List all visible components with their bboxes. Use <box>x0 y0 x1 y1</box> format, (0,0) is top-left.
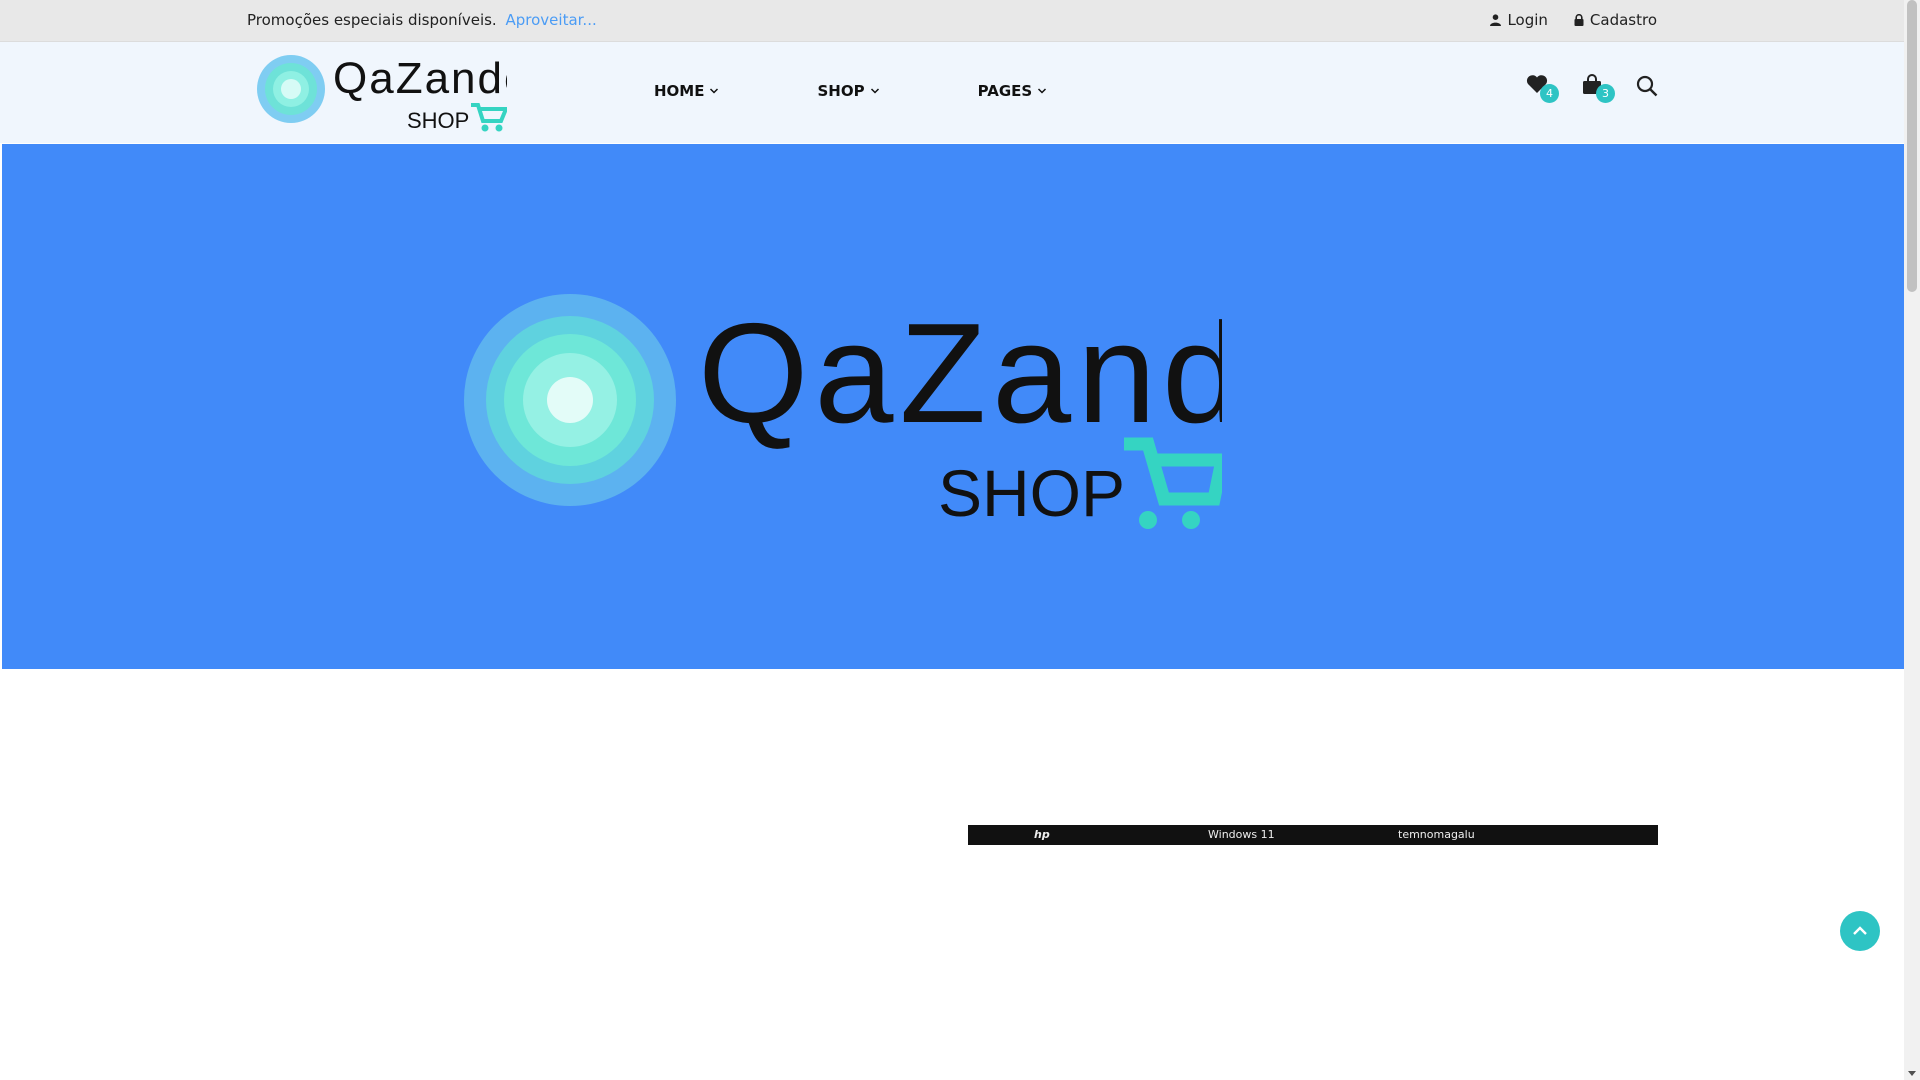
logo-cart-icon <box>471 103 507 132</box>
hero-cart-icon <box>1124 437 1222 529</box>
windows-label: Windows 11 <box>1208 828 1275 841</box>
main-nav: HOME SHOP PAGES <box>654 82 1047 100</box>
user-icon <box>1490 14 1502 26</box>
search-button[interactable] <box>1636 75 1658 101</box>
login-label: Login <box>1507 11 1548 29</box>
site-logo[interactable]: QaZando SHOP <box>257 55 507 133</box>
chevron-down-icon <box>870 88 879 94</box>
logo-shop: SHOP <box>407 108 469 133</box>
nav-shop[interactable]: SHOP <box>817 82 879 100</box>
nav-home[interactable]: HOME <box>654 82 719 100</box>
scroll-down-arrow-icon[interactable] <box>1908 1071 1916 1076</box>
chevron-down-icon <box>710 88 719 94</box>
nav-pages-label: PAGES <box>977 82 1033 100</box>
account-links: Login Cadastro <box>1490 11 1657 29</box>
nav-home-label: HOME <box>654 82 705 100</box>
signup-label: Cadastro <box>1589 11 1657 29</box>
signup-link[interactable]: Cadastro <box>1574 11 1657 29</box>
nav-shop-label: SHOP <box>817 82 865 100</box>
header-actions: 4 3 <box>1526 74 1658 104</box>
hero-logo: QaZando SHOP <box>464 294 1222 529</box>
page: Promoções especiais disponíveis. Aprovei… <box>0 0 1904 1080</box>
main-header: QaZando SHOP HOME SHOP PAGES <box>0 42 1904 143</box>
chevron-down-icon <box>1038 88 1047 94</box>
hero-shop: SHOP <box>938 456 1125 529</box>
product-banner-strip: hp Windows 11 temnomagalu <box>968 825 1658 845</box>
hero-banner[interactable]: QaZando SHOP <box>2 144 1904 669</box>
page-scrollbar[interactable] <box>1904 0 1920 1080</box>
back-to-top-button[interactable] <box>1840 911 1880 951</box>
wishlist-button[interactable]: 4 <box>1526 74 1559 103</box>
hero-wordmark: QaZando <box>698 294 1222 453</box>
lock-icon <box>1574 14 1584 26</box>
promo-text: Promoções especiais disponíveis. <box>247 11 497 29</box>
cart-button[interactable]: 3 <box>1582 74 1615 103</box>
promo-link[interactable]: Aproveitar... <box>506 11 597 29</box>
wishlist-count-badge: 4 <box>1540 84 1559 103</box>
logo-wordmark: QaZando <box>333 55 507 103</box>
scrollbar-thumb[interactable] <box>1907 0 1917 292</box>
chevron-up-icon <box>1853 926 1867 935</box>
nav-pages[interactable]: PAGES <box>978 82 1048 100</box>
magalu-label: temnomagalu <box>1398 828 1475 841</box>
promo-message: Promoções especiais disponíveis. Aprovei… <box>247 11 597 29</box>
search-icon <box>1636 75 1658 97</box>
cart-count-badge: 3 <box>1596 84 1615 103</box>
login-link[interactable]: Login <box>1490 11 1548 29</box>
product-banner-image[interactable]: hp Windows 11 temnomagalu <box>968 825 1658 1080</box>
top-bar: Promoções especiais disponíveis. Aprovei… <box>0 0 1904 42</box>
hp-logo-label: hp <box>1034 828 1050 841</box>
